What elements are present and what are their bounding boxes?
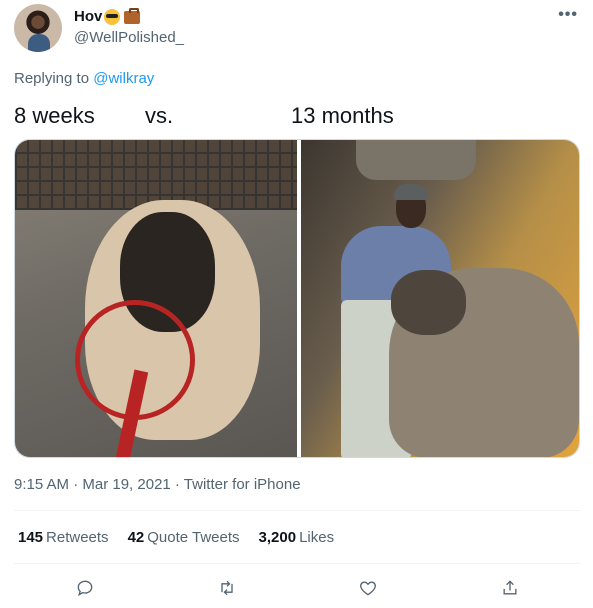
- sunglasses-emoji-icon: [104, 8, 121, 25]
- retweets-stat[interactable]: 145 Retweets: [18, 529, 109, 546]
- quotes-label: Quote Tweets: [147, 529, 240, 546]
- tweet-text: 8 weeks vs. 13 months: [14, 103, 580, 129]
- man-cap: [394, 184, 428, 200]
- tweet-text-part: 13 months: [291, 103, 394, 128]
- reply-mention-link[interactable]: @wilkray: [93, 70, 154, 87]
- action-bar: [0, 575, 593, 601]
- divider: [14, 563, 580, 564]
- reply-button[interactable]: [72, 575, 98, 601]
- tweet-text-part: 8 weeks: [14, 103, 95, 128]
- media-grid: [14, 139, 580, 458]
- avatar[interactable]: [14, 4, 62, 52]
- likes-label: Likes: [299, 529, 335, 546]
- replying-to: Replying to @wilkray: [14, 70, 154, 87]
- display-name[interactable]: Hov: [74, 8, 102, 25]
- tweet-stats: 145 Retweets 42 Quote Tweets 3,200 Likes: [18, 529, 334, 546]
- author-handle[interactable]: @WellPolished_: [74, 29, 184, 46]
- retweets-label: Retweets: [46, 529, 109, 546]
- retweet-icon: [221, 580, 233, 596]
- more-icon[interactable]: •••: [558, 6, 578, 24]
- heart-icon: [360, 581, 376, 596]
- reply-icon: [77, 580, 93, 597]
- tweet-header: Hov @WellPolished_ •••: [14, 4, 580, 54]
- replying-prefix: Replying to: [14, 70, 90, 87]
- briefcase-emoji-icon: [124, 8, 141, 24]
- author-name-row[interactable]: Hov: [74, 8, 141, 25]
- like-button[interactable]: [355, 575, 381, 601]
- retweet-button[interactable]: [214, 575, 240, 601]
- quotes-count: 42: [127, 529, 145, 546]
- share-icon: [503, 580, 517, 595]
- likes-count: 3,200: [258, 529, 297, 546]
- likes-stat[interactable]: 3,200 Likes: [259, 529, 335, 546]
- tweet-timestamp[interactable]: 9:15 AM · Mar 19, 2021 · Twitter for iPh…: [14, 476, 301, 493]
- puppy-photo[interactable]: [15, 140, 297, 457]
- retweets-count: 145: [18, 529, 44, 546]
- tweet-text-part: vs.: [145, 103, 174, 128]
- quote-tweets-stat[interactable]: 42 Quote Tweets: [128, 529, 240, 546]
- share-button[interactable]: [497, 575, 523, 601]
- grown-dog-photo[interactable]: [301, 140, 579, 457]
- dog-head: [391, 270, 466, 335]
- ceiling-duct: [356, 140, 476, 180]
- divider: [14, 510, 580, 511]
